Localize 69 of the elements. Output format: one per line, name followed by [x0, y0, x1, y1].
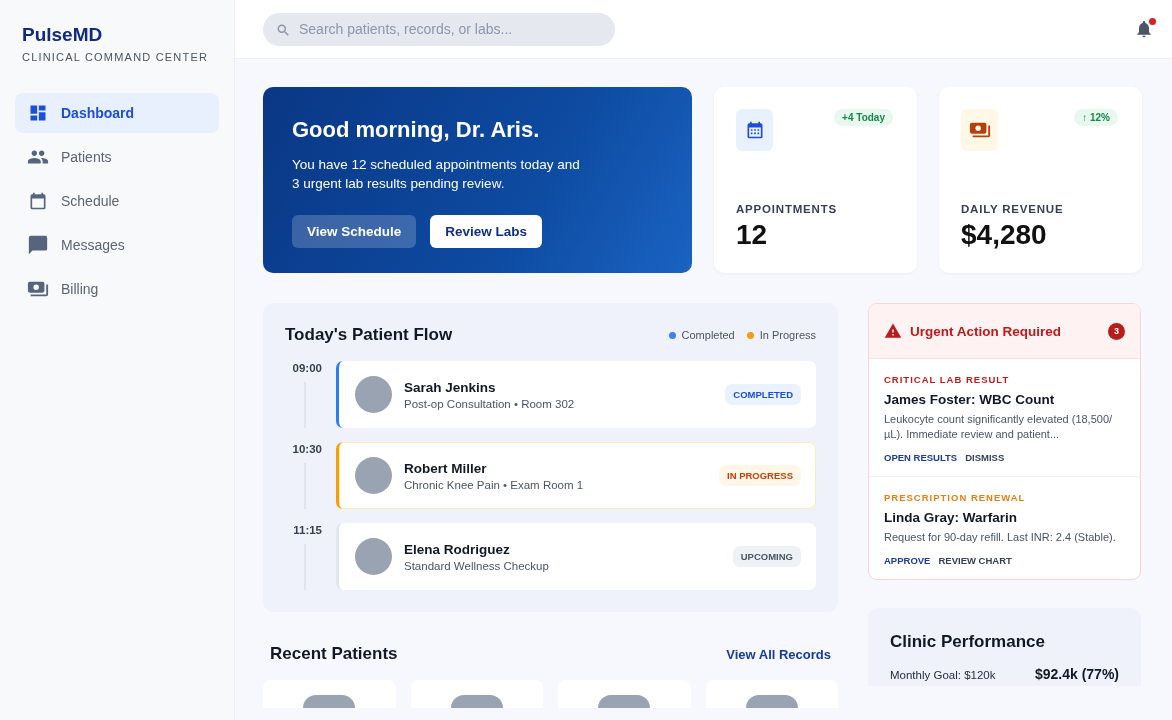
patient-card[interactable]	[263, 680, 396, 708]
count-badge: 3	[1108, 322, 1125, 340]
greeting-title: Good morning, Dr. Aris.	[292, 117, 541, 143]
appointment-card[interactable]: Elena Rodriguez Standard Wellness Checkup UPCOMING	[336, 523, 816, 590]
hero-button[interactable]: Review Labs	[430, 215, 543, 248]
goal-value: $92.4k (77%)	[1034, 666, 1119, 682]
alert-text: Leukocyte count significantly elevated (18,500/µL). Immediate review and patient...	[884, 412, 1114, 442]
action-link[interactable]: OPEN RESULTS	[884, 452, 958, 463]
avatar	[355, 457, 392, 494]
chat-bubble-icon	[27, 234, 49, 256]
hero-button[interactable]: View Schedule	[292, 215, 417, 248]
nav-item[interactable]: Dashboard	[15, 93, 219, 133]
greeting-text: You have 12 scheduled appointments today and 3 urgent lab results pending review.	[292, 156, 581, 193]
nav-item[interactable]: Schedule	[15, 181, 219, 221]
brand-name: PulseMD	[22, 24, 103, 46]
stat-value: 12	[736, 219, 769, 251]
avatar	[450, 695, 503, 708]
trend-badge: ↑ 12%	[1074, 109, 1118, 126]
appointment-card[interactable]: Robert Miller Chronic Knee Pain • Exam Room 1 IN PROGRESS	[336, 442, 816, 509]
patient-name: Sarah Jenkins	[404, 379, 497, 395]
alert-title: James Foster: WBC Count	[884, 392, 1056, 407]
avatar	[355, 376, 392, 413]
stat-label: APPOINTMENTS	[736, 203, 838, 215]
legend-label: In Progress	[759, 329, 816, 341]
notification-bell-icon[interactable]	[1134, 19, 1154, 39]
avatar	[598, 695, 651, 708]
panel-title: Clinic Performance	[890, 632, 1046, 652]
legend-label: Completed	[681, 329, 735, 341]
stat-label: DAILY REVENUE	[961, 203, 1065, 215]
patient-card[interactable]	[705, 680, 838, 708]
urgent-title: Urgent Action Required	[910, 323, 1062, 339]
action-link[interactable]: DISMISS	[965, 452, 1005, 463]
appointment-detail: Post-op Consultation • Room 302	[404, 397, 576, 410]
alert-text: Request for 90-day refill. Last INR: 2.4 (Stable).	[884, 530, 1117, 545]
appointment-card[interactable]: Sarah Jenkins Post-op Consultation • Room 302 COMPLETED	[336, 361, 816, 428]
status-badge: IN PROGRESS	[719, 465, 801, 486]
warning-icon	[884, 322, 902, 340]
nav-item[interactable]: Patients	[15, 137, 219, 177]
nav-item[interactable]: Billing	[15, 269, 219, 309]
time-label: 10:30	[292, 443, 322, 455]
status-badge: COMPLETED	[725, 384, 801, 405]
patient-name: Robert Miller	[404, 460, 488, 476]
action-link[interactable]: REVIEW CHART	[938, 555, 1012, 566]
appointment-detail: Chronic Knee Pain • Exam Room 1	[404, 478, 585, 491]
section-title: Recent Patients	[270, 644, 398, 664]
appointment-detail: Standard Wellness Checkup	[404, 559, 550, 572]
alert-category: PRESCRIPTION RENEWAL	[884, 492, 1027, 503]
stat-value: $4,280	[961, 219, 1048, 251]
time-label: 11:15	[293, 524, 322, 536]
action-link[interactable]: APPROVE	[884, 555, 931, 566]
calendar-icon	[736, 109, 773, 151]
time-label: 09:00	[292, 362, 322, 374]
patient-card[interactable]	[410, 680, 543, 708]
trend-badge: +4 Today	[834, 109, 893, 126]
avatar	[303, 695, 356, 708]
status-badge: UPCOMING	[732, 546, 801, 567]
avatar	[745, 695, 798, 708]
alert-title: Linda Gray: Warfarin	[884, 510, 1019, 525]
patient-name: Elena Rodriguez	[404, 541, 511, 557]
patient-card[interactable]	[558, 680, 691, 708]
search-field[interactable]: Search patients, records, or labs...	[263, 12, 615, 46]
goal-label: Monthly Goal: $120k	[890, 669, 996, 681]
view-all-link[interactable]: View All Records	[726, 646, 831, 662]
alert-category: CRITICAL LAB RESULT	[884, 374, 1011, 385]
cash-icon	[961, 109, 998, 151]
nav-item[interactable]: Messages	[15, 225, 219, 265]
brand-subtitle: CLINICAL COMMAND CENTER	[22, 51, 209, 63]
panel-title: Today's Patient Flow	[285, 325, 453, 345]
avatar	[355, 538, 392, 575]
